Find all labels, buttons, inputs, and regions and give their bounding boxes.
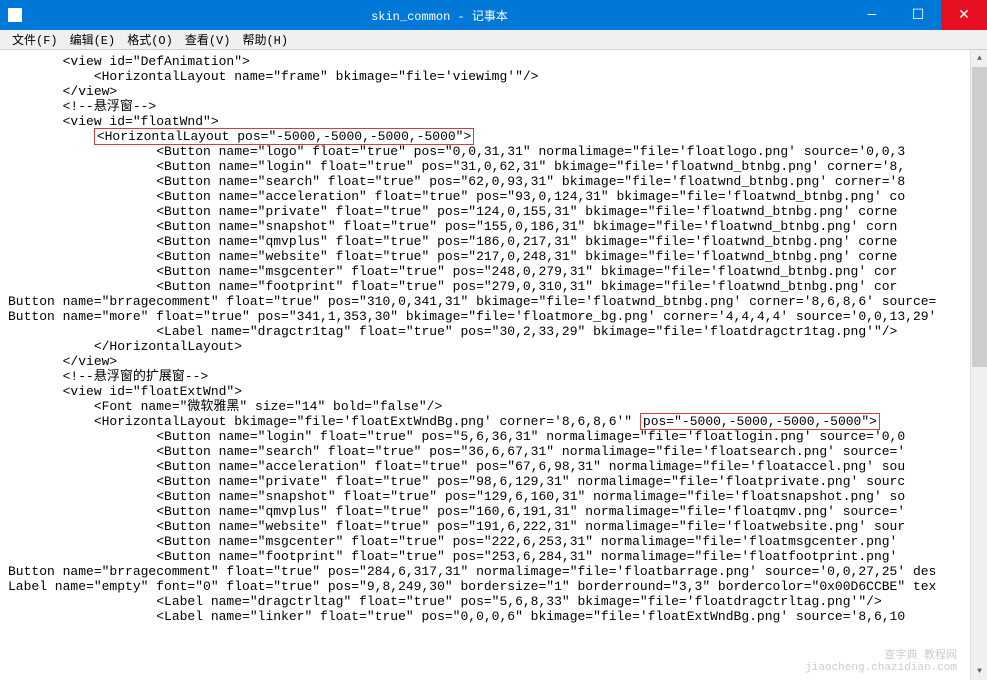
code-line: <Button name="qmvplus" float="true" pos=…	[8, 234, 897, 249]
code-line: <Button name="private" float="true" pos=…	[8, 204, 897, 219]
code-line: <HorizontalLayout bkimage="file='floatEx…	[8, 414, 640, 429]
code-line: <Button name="msgcenter" float="true" po…	[8, 534, 905, 549]
code-line: <Label name="linker" float="true" pos="0…	[8, 609, 905, 624]
scroll-up-icon[interactable]: ▲	[971, 50, 987, 67]
code-line: <Button name="footprint" float="true" po…	[8, 549, 905, 564]
code-line	[8, 129, 94, 144]
menubar: 文件(F) 编辑(E) 格式(O) 查看(V) 帮助(H)	[0, 30, 987, 50]
maximize-button[interactable]: ☐	[895, 0, 941, 30]
code-line: <Label name="dragctr1tag" float="true" p…	[8, 324, 897, 339]
menu-format[interactable]: 格式(O)	[121, 31, 179, 48]
code-line: <Button name="qmvplus" float="true" pos=…	[8, 504, 905, 519]
code-line: <Button name="acceleration" float="true"…	[8, 459, 905, 474]
menu-file[interactable]: 文件(F)	[6, 31, 64, 48]
close-button[interactable]: ✕	[941, 0, 987, 30]
code-line: <Button name="website" float="true" pos=…	[8, 249, 897, 264]
watermark: 查字典 教程网 jiaocheng.chazidian.com	[805, 650, 957, 674]
code-line: <Button name="snapshot" float="true" pos…	[8, 219, 897, 234]
highlighted-pos-attribute: pos="-5000,-5000,-5000,-5000">	[640, 413, 880, 430]
code-line: <Label name="dragctrltag" float="true" p…	[8, 594, 882, 609]
code-line: <Font name="微软雅黑" size="14" bold="false"…	[8, 399, 442, 414]
code-line: <Button name="footprint" float="true" po…	[8, 279, 897, 294]
code-line: <Button name="search" float="true" pos="…	[8, 444, 905, 459]
scroll-thumb[interactable]	[972, 67, 987, 367]
titlebar: skin_common - 记事本 — ☐ ✕	[0, 0, 987, 30]
code-line: <Button name="msgcenter" float="true" po…	[8, 264, 897, 279]
code-line: <!--悬浮窗的扩展窗-->	[8, 369, 208, 384]
menu-view[interactable]: 查看(V)	[179, 31, 237, 48]
code-line: <Button name="website" float="true" pos=…	[8, 519, 905, 534]
code-line: Button name="brragecomment" float="true"…	[8, 564, 936, 579]
code-line: <Button name="acceleration" float="true"…	[8, 189, 905, 204]
code-line: <view id="floatWnd">	[8, 114, 219, 129]
watermark-url: jiaocheng.chazidian.com	[805, 662, 957, 674]
app-icon	[8, 8, 22, 22]
window-controls: — ☐ ✕	[849, 0, 987, 30]
code-line: <!--悬浮窗-->	[8, 99, 156, 114]
code-line: <Button name="snapshot" float="true" pos…	[8, 489, 905, 504]
code-line: </HorizontalLayout>	[8, 339, 242, 354]
vertical-scrollbar[interactable]: ▲ ▼	[970, 50, 987, 680]
code-line: </view>	[8, 84, 117, 99]
code-line: <Button name="search" float="true" pos="…	[8, 174, 905, 189]
minimize-button[interactable]: —	[849, 0, 895, 30]
code-line: </view>	[8, 354, 117, 369]
menu-help[interactable]: 帮助(H)	[236, 31, 294, 48]
code-line: <view id="DefAnimation">	[8, 54, 250, 69]
code-line: <Button name="login" float="true" pos="3…	[8, 159, 905, 174]
scroll-down-icon[interactable]: ▼	[971, 663, 987, 680]
code-line: Button name="brragecomment" float="true"…	[8, 294, 936, 309]
code-line: Button name="more" float="true" pos="341…	[8, 309, 936, 324]
window-title: skin_common - 记事本	[30, 7, 849, 24]
code-line: <view id="floatExtWnd">	[8, 384, 242, 399]
highlighted-pos-attribute: <HorizontalLayout pos="-5000,-5000,-5000…	[94, 128, 474, 145]
code-line: <Button name="logo" float="true" pos="0,…	[8, 144, 905, 159]
code-line: Label name="empty" font="0" float="true"…	[8, 579, 936, 594]
code-line: <Button name="private" float="true" pos=…	[8, 474, 905, 489]
code-line: <HorizontalLayout name="frame" bkimage="…	[8, 69, 539, 84]
text-area[interactable]: <view id="DefAnimation"> <HorizontalLayo…	[0, 50, 987, 680]
watermark-logo: 查字典	[884, 650, 917, 662]
code-line: <Button name="login" float="true" pos="5…	[8, 429, 905, 444]
menu-edit[interactable]: 编辑(E)	[64, 31, 122, 48]
